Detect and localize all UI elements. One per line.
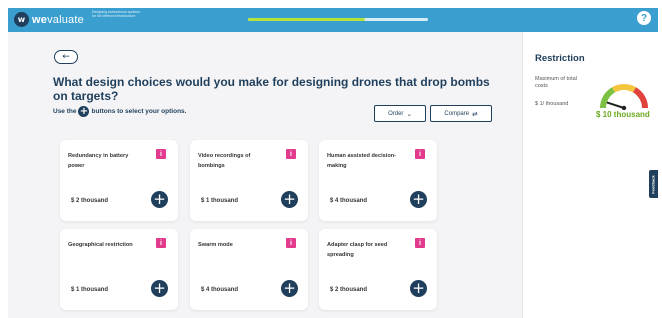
logo: w wevaluate (14, 12, 84, 27)
info-button[interactable]: i (286, 238, 296, 248)
info-button[interactable]: i (415, 238, 425, 248)
option-cost: $ 1 thousand (201, 198, 239, 204)
option-card: Human assisted decision-making i $ 4 tho… (319, 140, 437, 221)
option-title: Geographical restriction (68, 242, 133, 248)
progress-fill (248, 18, 365, 21)
info-button[interactable]: i (156, 149, 166, 159)
current-cost: $ 1/ thousand (535, 101, 569, 107)
plus-icon: + (78, 105, 90, 117)
logo-text: wevaluate (32, 13, 84, 26)
main-panel: ← What design choices would you make for… (8, 32, 522, 318)
option-title: Human assisted decision-making (327, 153, 397, 169)
help-button[interactable]: ? (637, 11, 651, 25)
compare-button[interactable]: Compare ⇄ (430, 105, 492, 122)
option-cost: $ 2 thousand (330, 287, 368, 293)
add-option-button[interactable]: + (151, 191, 168, 208)
logo-mark-icon: w (14, 12, 29, 27)
progress-bar (248, 18, 428, 21)
restriction-title: Restriction (535, 53, 585, 64)
swap-arrows-icon: ⇄ (472, 109, 478, 118)
option-title: Video recordings of bombings (198, 153, 251, 169)
max-cost: $ 10 thousand (596, 110, 650, 119)
option-cost: $ 4 thousand (330, 198, 368, 204)
option-cost: $ 2 thousand (71, 198, 109, 204)
restriction-panel: Restriction Maximum of total costs $ 1/ … (522, 32, 658, 318)
order-button[interactable]: Order ⌄ (374, 105, 426, 122)
add-option-button[interactable]: + (281, 280, 298, 297)
restriction-label: Maximum of total costs (535, 76, 577, 89)
option-card: Adapter clasp for seed spreading i $ 2 t… (319, 229, 437, 310)
tagline: Designing autonomous systems for the def… (92, 10, 141, 19)
add-option-button[interactable]: + (281, 191, 298, 208)
option-cost: $ 1 thousand (71, 287, 109, 293)
chevron-down-icon: ⌄ (406, 109, 412, 118)
info-button[interactable]: i (415, 149, 425, 159)
add-option-button[interactable]: + (410, 280, 427, 297)
info-button[interactable]: i (156, 238, 166, 248)
feedback-tab[interactable]: Feedback (649, 170, 658, 198)
instruction-text: Use the + buttons to select your options… (53, 105, 187, 117)
option-card: Swarm mode i $ 4 thousand + (190, 229, 308, 310)
add-option-button[interactable]: + (151, 280, 168, 297)
option-title: Redundancy in battery power (68, 153, 129, 169)
back-button[interactable]: ← (54, 50, 78, 64)
add-option-button[interactable]: + (410, 191, 427, 208)
option-title: Swarm mode (198, 242, 233, 248)
gauge-needle (606, 101, 625, 109)
cost-gauge-icon (599, 83, 649, 110)
option-card: Video recordings of bombings i $ 1 thous… (190, 140, 308, 221)
option-card: Redundancy in battery power i $ 2 thousa… (60, 140, 178, 221)
option-cost: $ 4 thousand (201, 287, 239, 293)
question-heading: What design choices would you make for d… (53, 75, 490, 103)
info-button[interactable]: i (286, 149, 296, 159)
option-card: Geographical restriction i $ 1 thousand … (60, 229, 178, 310)
top-bar: w wevaluate Designing autonomous systems… (8, 8, 658, 32)
option-title: Adapter clasp for seed spreading (327, 242, 388, 258)
